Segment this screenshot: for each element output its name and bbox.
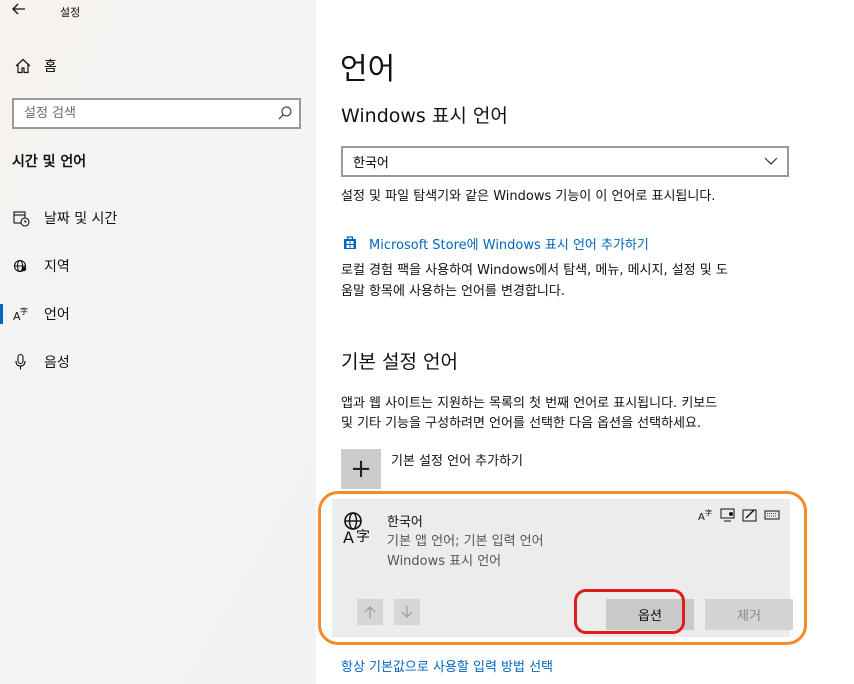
language-list-item[interactable]: A 字 한국어 기본 앱 언어; 기본 입력 언어 Windows 표시 언어 …	[332, 499, 793, 637]
search-box[interactable]	[12, 98, 301, 129]
sidebar: 설정 홈 시간 및 언어 날짜 및 시간	[0, 0, 316, 684]
display-language-feature-icon: A字	[698, 507, 714, 523]
store-language-link[interactable]: Microsoft Store에 Windows 표시 언어 추가하기	[369, 234, 649, 253]
main-content: 언어 Windows 표시 언어 한국어 설정 및 파일 탐색기와 같은 Win…	[316, 0, 854, 684]
microphone-icon	[12, 353, 30, 371]
svg-text:字: 字	[705, 508, 712, 517]
back-button[interactable]	[12, 2, 26, 20]
svg-text:字: 字	[20, 306, 28, 316]
back-arrow-icon	[12, 3, 25, 15]
preferred-description-line2: 및 기타 기능을 구성하려면 언어를 선택한 다음 옵션을 선택하세요.	[341, 416, 702, 431]
page-title: 언어	[340, 52, 396, 87]
sidebar-item-date-time[interactable]: 날짜 및 시간	[0, 198, 316, 238]
arrow-down-icon	[401, 606, 413, 618]
sidebar-item-label: 음성	[44, 355, 70, 371]
speech-feature-icon	[720, 507, 736, 522]
language-feature-icons: A字	[698, 507, 780, 523]
language-subtitle-1: 기본 앱 언어; 기본 입력 언어	[387, 534, 544, 549]
add-language-button[interactable]: +	[341, 449, 381, 489]
keyboard-feature-icon	[764, 507, 780, 521]
sidebar-item-label: 지역	[44, 259, 70, 275]
sidebar-item-label: 날짜 및 시간	[44, 211, 118, 227]
section-title: 시간 및 언어	[12, 154, 87, 170]
default-input-method-link[interactable]: 항상 기본값으로 사용할 입력 방법 선택	[341, 656, 553, 675]
svg-text:A: A	[343, 528, 354, 545]
store-description-line1: 로컬 경험 팩을 사용하여 Windows에서 탐색, 메뉴, 메시지, 설정 …	[341, 263, 728, 278]
language-icon: A 字	[12, 305, 30, 323]
sidebar-item-language[interactable]: A 字 언어	[0, 294, 316, 334]
store-icon	[344, 236, 356, 249]
arrow-up-icon	[364, 606, 376, 618]
app-title: 설정	[60, 6, 81, 19]
chevron-down-icon	[764, 157, 778, 165]
language-name: 한국어	[387, 515, 423, 530]
sidebar-item-label: 언어	[44, 307, 70, 323]
add-language-label[interactable]: 기본 설정 언어 추가하기	[391, 450, 523, 469]
home-label: 홈	[44, 59, 57, 75]
move-up-button[interactable]	[357, 599, 383, 625]
search-icon[interactable]	[277, 105, 293, 121]
search-input[interactable]	[14, 106, 264, 121]
sidebar-item-region[interactable]: 지역	[0, 246, 316, 286]
preferred-description-line1: 앱과 웹 사이트는 지원하는 목록의 첫 번째 언어로 표시됩니다. 키보드	[341, 396, 718, 411]
handwriting-feature-icon	[742, 507, 758, 522]
svg-text:A: A	[698, 512, 705, 522]
language-pack-icon: A 字	[343, 512, 370, 545]
store-description-line2: 움말 항목에 사용하는 언어를 변경합니다.	[341, 284, 565, 299]
plus-icon: +	[350, 454, 372, 484]
sidebar-item-home[interactable]: 홈	[14, 56, 57, 76]
display-language-dropdown[interactable]: 한국어	[341, 146, 789, 177]
active-indicator	[0, 304, 3, 324]
display-language-description: 설정 및 파일 탐색기와 같은 Windows 기능이 이 언어로 표시됩니다.	[341, 189, 716, 204]
dropdown-selected-value: 한국어	[353, 156, 389, 171]
calendar-clock-icon	[12, 209, 30, 227]
svg-text:字: 字	[356, 529, 370, 545]
sidebar-item-speech[interactable]: 음성	[0, 342, 316, 382]
language-subtitle-2: Windows 표시 언어	[387, 554, 502, 569]
remove-button[interactable]: 제거	[705, 599, 793, 630]
title-bar: 설정	[0, 0, 316, 24]
move-down-button[interactable]	[394, 599, 420, 625]
options-button[interactable]: 옵션	[606, 599, 694, 630]
display-language-heading: Windows 표시 언어	[341, 105, 508, 127]
globe-region-icon	[12, 257, 30, 275]
preferred-languages-heading: 기본 설정 언어	[341, 351, 458, 373]
home-icon	[15, 58, 31, 74]
